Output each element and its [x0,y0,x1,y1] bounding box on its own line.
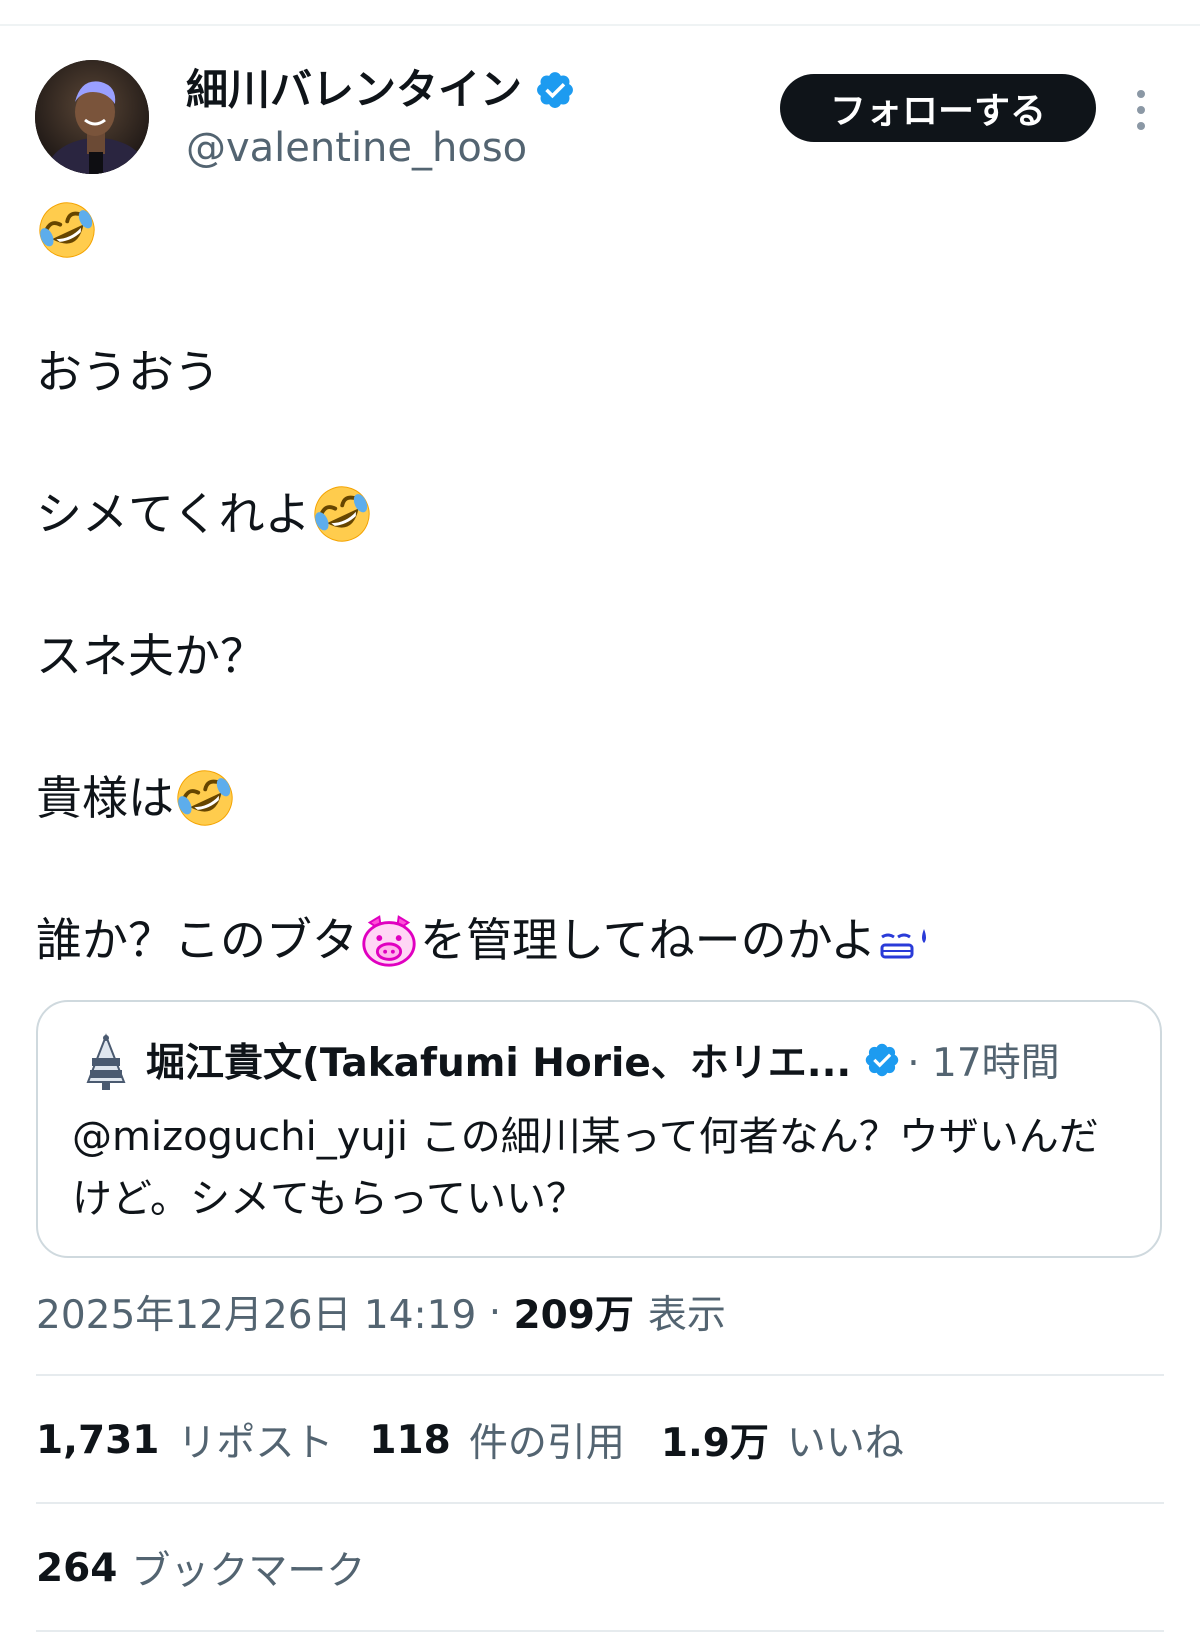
engagement-stats: 1,731 リポスト 118 件の引用 1.9万 いいね [36,1410,940,1470]
pig-face-emoji-icon [358,909,420,971]
quote-text: @mizoguchi_yuji この細川某って何者なん？ウザいんだけど。シメても… [72,1114,1099,1222]
author-display-name[interactable]: 細川バレンタイン [186,62,576,118]
verified-badge-icon [534,69,576,111]
author-name-text: 細川バレンタイン [186,65,523,114]
bookmarks-count: 264 [36,1545,118,1591]
tweet-line-with-emoji: 貴様は [36,768,1166,828]
divider [36,1374,1164,1376]
reposts-stat[interactable]: 1,731 リポスト [36,1412,333,1468]
tweet-line-text: を管理してねーのかよ [420,913,877,967]
view-label: 表示 [647,1293,726,1338]
more-vertical-icon[interactable] [1126,82,1156,138]
tweet-line-text: 誰か？このブタ [36,913,358,967]
quotes-stat[interactable]: 118 件の引用 [369,1412,624,1468]
reposts-label: リポスト [177,1421,334,1466]
tweet-datetime[interactable]: 2025年12月26日 14:19 [36,1284,476,1340]
view-count: 209万 [513,1293,634,1338]
avatar-image [35,60,149,174]
quote-timestamp: · 17時間 [907,1041,1060,1086]
tweet-line-emoji [36,200,1166,260]
tweet-line: スネ夫か？ [36,629,266,683]
tweet-line-text: シメてくれよ [36,487,311,541]
bookmarks-stat[interactable]: 264 ブックマーク [36,1538,365,1598]
tweet-line: おうおう [36,345,220,399]
likes-stat[interactable]: 1.9万 いいね [661,1412,904,1468]
bookmarks-label: ブックマーク [131,1549,366,1594]
divider [36,1502,1164,1504]
rolling-laughing-emoji-icon [36,199,98,261]
tweet-line-with-emoji: シメてくれよ [36,484,1166,544]
divider [36,1630,1164,1632]
avatar[interactable] [35,60,149,174]
likes-label: いいね [786,1421,904,1466]
quoted-tweet-card[interactable]: 堀江貴文(Takafumi Horie、ホリエ... · 17時間 @mizog… [36,1000,1162,1258]
tweet-text: おうおう シメてくれよ スネ夫か？ 貴様は 誰か？このブタ を管理してねーのかよ [36,200,1166,970]
quotes-count: 118 [369,1417,451,1463]
sweat-face-emoji-icon [876,915,932,965]
meta-separator: · [476,1289,514,1335]
tweet-line-text: 貴様は [36,771,174,825]
rolling-laughing-emoji-icon [311,483,373,545]
author-handle[interactable]: @valentine_hoso [186,120,527,176]
top-divider [0,24,1200,26]
verified-badge-icon [863,1041,901,1079]
tweet-line-with-emoji: 誰か？このブタ を管理してねーのかよ [36,910,1166,970]
reposts-count: 1,731 [36,1417,160,1463]
rolling-laughing-emoji-icon [174,767,236,829]
tweet-meta: 2025年12月26日 14:19 · 209万 表示 [36,1282,726,1342]
quote-header: 堀江貴文(Takafumi Horie、ホリエ... · 17時間 [146,1030,1060,1090]
follow-button[interactable]: フォローする [780,74,1096,142]
likes-count: 1.9万 [660,1421,769,1466]
quote-avatar [78,1032,134,1092]
quote-author-name: 堀江貴文(Takafumi Horie、ホリエ... [146,1041,852,1086]
quotes-label: 件の引用 [468,1421,625,1466]
